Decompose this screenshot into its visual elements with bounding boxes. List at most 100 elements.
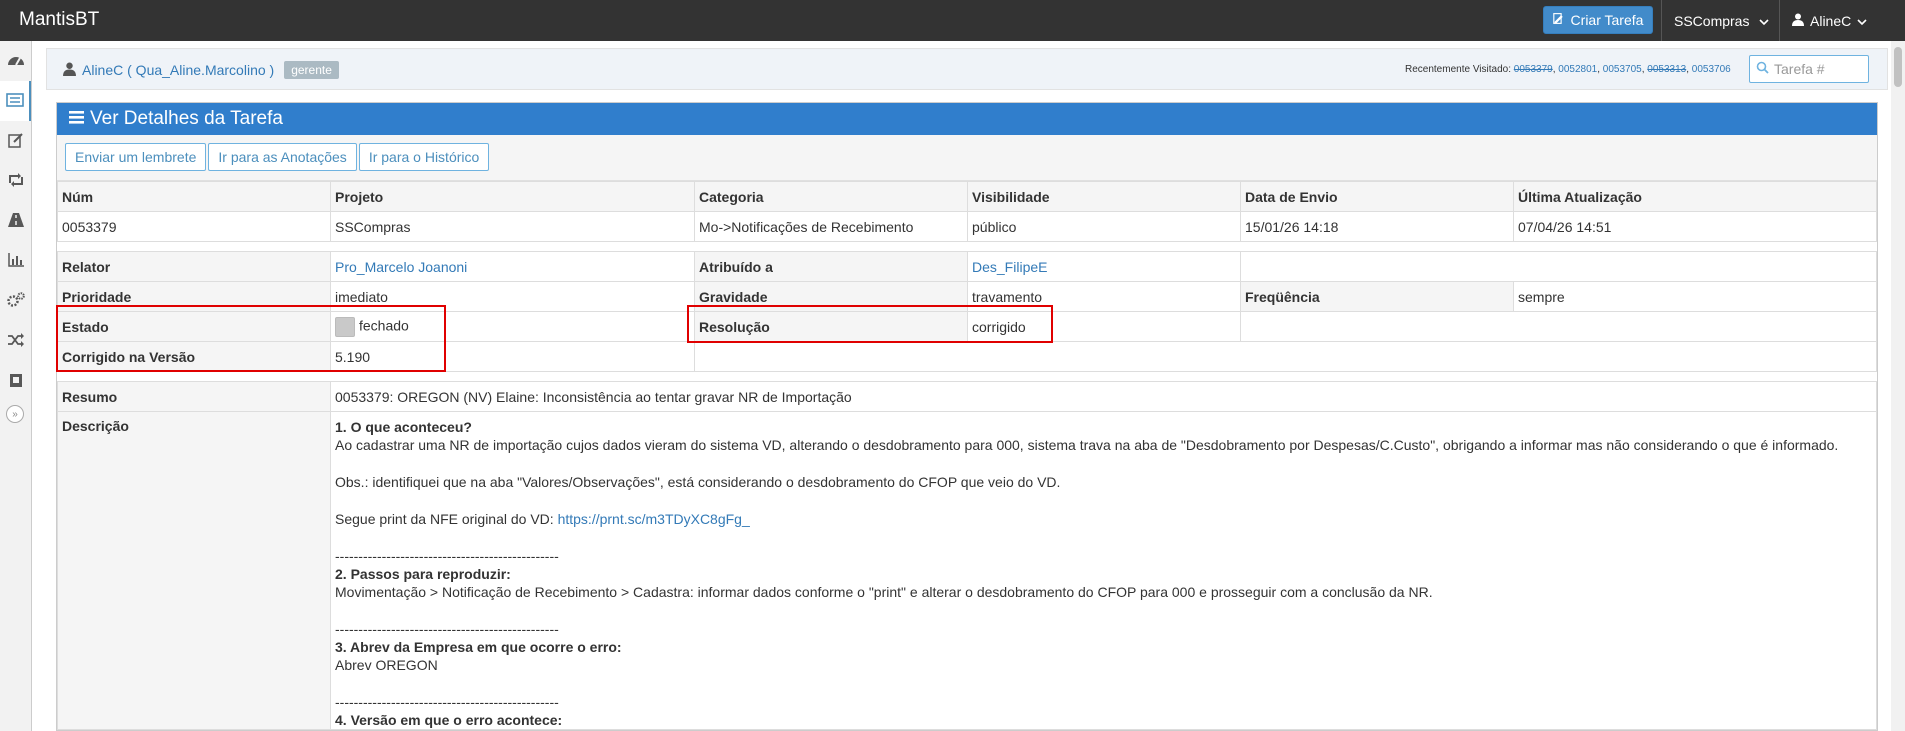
- search-icon: [1756, 61, 1769, 77]
- desc-paragraph: Obs.: identifiquei que na aba "Valores/O…: [335, 474, 1061, 490]
- value-category: Mo->Notificações de Recebimento: [694, 211, 968, 242]
- role-badge: gerente: [284, 61, 339, 79]
- recently-visited: Recentemente Visitado: 0053379, 0052801,…: [1405, 64, 1731, 75]
- breadcrumb-user: AlineC ( Qua_Aline.Marcolino ) gerente: [63, 61, 339, 79]
- road-icon: [7, 212, 24, 230]
- book-icon: [9, 372, 23, 391]
- empty-cell: [1240, 251, 1877, 282]
- empty-cell: [1240, 311, 1877, 342]
- chevron-down-icon: [1857, 13, 1867, 29]
- label-description: Descrição: [57, 411, 331, 730]
- recent-issue-link[interactable]: 0053379: [1514, 64, 1553, 75]
- edit-icon: [7, 132, 24, 151]
- desc-separator: ----------------------------------------…: [335, 694, 559, 710]
- gears-icon: [6, 291, 25, 311]
- chevron-down-icon: [1759, 13, 1770, 29]
- desc-heading-3: 3. Abrev da Empresa em que ocorre o erro…: [335, 639, 622, 655]
- desc-heading-4: 4. Versão em que o erro acontece:: [335, 712, 563, 728]
- label-assigned: Atribuído a: [694, 251, 968, 282]
- dashboard-icon: [7, 52, 25, 71]
- value-priority: imediato: [330, 281, 695, 312]
- sidebar-item-report-issue[interactable]: [0, 121, 31, 161]
- user-icon: [1792, 13, 1804, 29]
- sidebar-item-docs[interactable]: [0, 361, 31, 401]
- issue-summary-table: Núm Projeto Categoria Visibilidade Data …: [57, 181, 1877, 730]
- value-visibility: público: [967, 211, 1241, 242]
- value-reporter: Pro_Marcelo Joanoni: [330, 251, 695, 282]
- label-reporter: Relator: [57, 251, 331, 282]
- sidebar-collapse-toggle[interactable]: »: [6, 405, 24, 423]
- recent-issue-link[interactable]: 0052801: [1558, 64, 1597, 75]
- recent-issue-link[interactable]: 0053706: [1692, 64, 1731, 75]
- user-name: AlineC: [1810, 12, 1852, 29]
- header-category: Categoria: [694, 181, 968, 212]
- recent-issue-link[interactable]: 0053313: [1647, 64, 1686, 75]
- desc-heading-2: 2. Passos para reproduzir:: [335, 566, 511, 582]
- desc-separator: ----------------------------------------…: [335, 621, 559, 637]
- create-issue-button[interactable]: Criar Tarefa: [1543, 6, 1653, 34]
- double-chevron-right-icon: »: [12, 408, 18, 420]
- project-dropdown[interactable]: SSCompras: [1661, 0, 1779, 41]
- goto-history-button[interactable]: Ir para o Histórico: [358, 143, 490, 171]
- label-fixed-version: Corrigido na Versão: [57, 341, 331, 372]
- widget-toolbar: Enviar um lembrete Ir para as Anotações …: [57, 135, 1877, 181]
- value-project: SSCompras: [330, 211, 695, 242]
- sidebar: »: [0, 41, 32, 731]
- list-icon: [5, 92, 24, 110]
- value-severity: travamento: [967, 281, 1241, 312]
- random-icon: [7, 332, 25, 350]
- desc-paragraph: Segue print da NFE original do VD:: [335, 511, 554, 527]
- create-issue-label: Criar Tarefa: [1570, 12, 1644, 28]
- header-num: Núm: [57, 181, 331, 212]
- header-project: Projeto: [330, 181, 695, 212]
- assigned-link[interactable]: Des_FilipeE: [972, 259, 1047, 275]
- label-priority: Prioridade: [57, 281, 331, 312]
- status-text: fechado: [359, 317, 409, 334]
- goto-notes-button[interactable]: Ir para as Anotações: [208, 143, 357, 171]
- header-visibility: Visibilidade: [967, 181, 1241, 212]
- value-num: 0053379: [57, 211, 331, 242]
- desc-paragraph: Ao cadastrar uma NR de importação cujos …: [335, 437, 1839, 453]
- page-scrollbar-thumb[interactable]: [1894, 47, 1902, 87]
- sidebar-item-roadmap[interactable]: [0, 201, 31, 241]
- issue-details-widget: Ver Detalhes da Tarefa Enviar um lembret…: [56, 102, 1878, 731]
- value-description: 1. O que aconteceu? Ao cadastrar uma NR …: [330, 411, 1877, 730]
- edit-icon: [1552, 12, 1566, 28]
- top-navbar: MantisBT Criar Tarefa SSCompras AlineC: [0, 0, 1905, 41]
- breadcrumb-user-link[interactable]: AlineC ( Qua_Aline.Marcolino ): [82, 62, 274, 78]
- brand-logo[interactable]: MantisBT: [19, 9, 99, 31]
- bar-chart-icon: [7, 252, 24, 270]
- user-menu-dropdown[interactable]: AlineC: [1779, 0, 1889, 41]
- recently-visited-label: Recentemente Visitado:: [1405, 64, 1511, 75]
- status-color-swatch: [335, 316, 355, 337]
- send-reminder-button[interactable]: Enviar um lembrete: [65, 143, 207, 171]
- desc-print-link[interactable]: https://prnt.sc/m3TDyXC8gFg_: [558, 511, 750, 527]
- sidebar-item-my-view[interactable]: [0, 321, 31, 361]
- header-updated: Última Atualização: [1513, 181, 1877, 212]
- sidebar-item-manage[interactable]: [0, 281, 31, 321]
- project-label: SSCompras: [1674, 12, 1750, 29]
- issue-search-input[interactable]: Tarefa #: [1749, 55, 1869, 83]
- retweet-icon: [7, 172, 25, 190]
- page-scrollbar[interactable]: [1891, 41, 1905, 731]
- value-status: fechado: [330, 311, 695, 342]
- label-summary: Resumo: [57, 381, 331, 412]
- header-submitted: Data de Envio: [1240, 181, 1514, 212]
- empty-cell: [694, 341, 1877, 372]
- sidebar-item-changelog[interactable]: [0, 161, 31, 201]
- widget-header: Ver Detalhes da Tarefa: [57, 103, 1877, 135]
- recent-issue-link[interactable]: 0053705: [1603, 64, 1642, 75]
- value-submitted: 15/01/26 14:18: [1240, 211, 1514, 242]
- sidebar-item-view-issues[interactable]: [0, 81, 31, 121]
- value-fixed-version: 5.190: [330, 341, 695, 372]
- desc-separator: ----------------------------------------…: [335, 548, 559, 564]
- value-resolution: corrigido: [967, 311, 1241, 342]
- label-status: Estado: [57, 311, 331, 342]
- value-summary: 0053379: OREGON (NV) Elaine: Inconsistên…: [330, 381, 1877, 412]
- sidebar-item-dashboard[interactable]: [0, 41, 31, 81]
- bars-icon: [69, 108, 84, 130]
- desc-paragraph: Movimentação > Notificação de Recebiment…: [335, 584, 1433, 600]
- value-frequency: sempre: [1513, 281, 1877, 312]
- sidebar-item-summary[interactable]: [0, 241, 31, 281]
- reporter-link[interactable]: Pro_Marcelo Joanoni: [335, 259, 467, 275]
